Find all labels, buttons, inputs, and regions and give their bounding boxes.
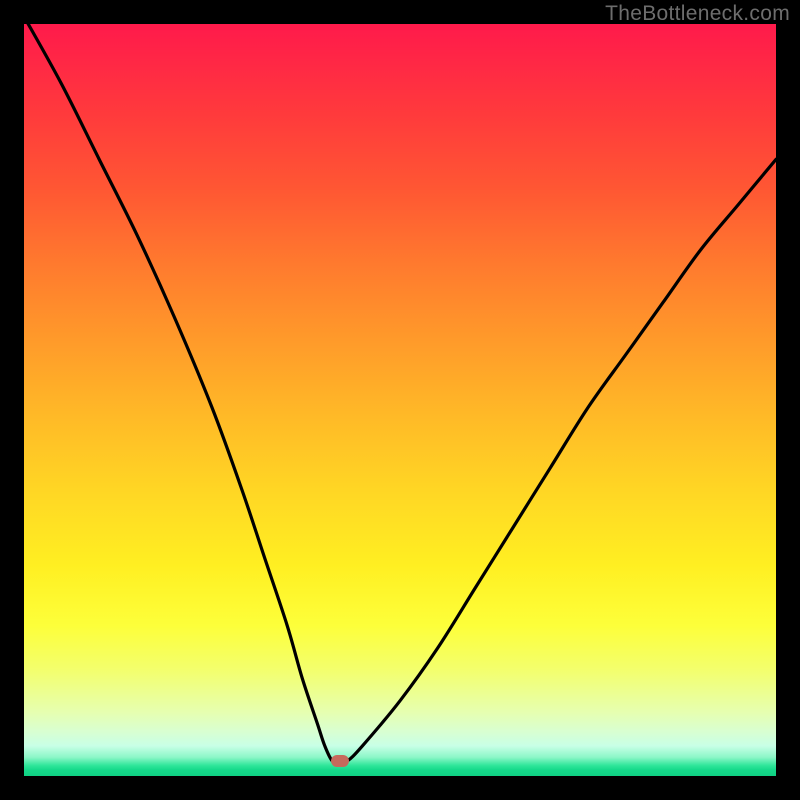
watermark-label: TheBottleneck.com <box>605 2 790 26</box>
plot-area <box>24 24 776 776</box>
chart-frame: TheBottleneck.com <box>0 0 800 800</box>
optimum-marker <box>331 755 349 767</box>
bottleneck-curve <box>24 24 776 776</box>
